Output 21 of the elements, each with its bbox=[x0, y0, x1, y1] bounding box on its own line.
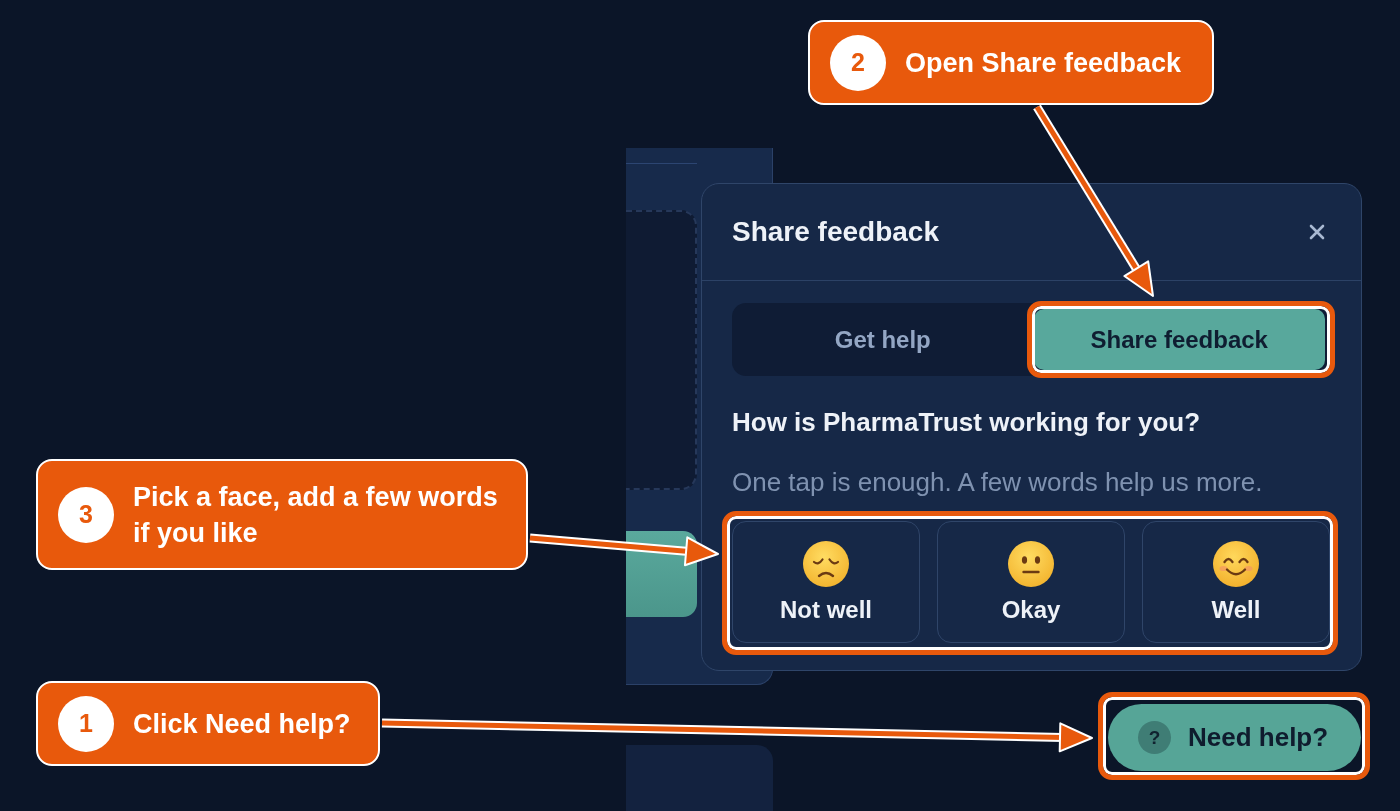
callout-text: Open Share feedback bbox=[905, 46, 1182, 80]
hint-text: One tap is enough. A few words help us more. bbox=[732, 467, 1264, 497]
tab[interactable]: Get help bbox=[737, 309, 1029, 370]
help-button[interactable]: ? Need help? bbox=[1108, 704, 1361, 771]
step-number: 3 bbox=[58, 486, 114, 543]
close-button[interactable] bbox=[1309, 224, 1325, 240]
question-text: How is PharmaTrust working for you? bbox=[732, 407, 1202, 437]
step-number: 1 bbox=[58, 695, 114, 752]
rating-option[interactable]: Not well bbox=[732, 521, 920, 643]
callout-text: Pick a face, add a few words if you like bbox=[133, 480, 499, 550]
rating-option[interactable]: Okay bbox=[937, 521, 1125, 643]
sad-face-icon bbox=[803, 540, 849, 587]
close-icon bbox=[1309, 224, 1325, 240]
dialog-title: Share feedback bbox=[732, 215, 939, 249]
step-number: 2 bbox=[830, 34, 886, 91]
question-badge: ? bbox=[1138, 721, 1171, 754]
tab[interactable]: Share feedback bbox=[1033, 309, 1325, 370]
rating-option[interactable]: Well bbox=[1142, 521, 1330, 643]
smiling-face-icon bbox=[1213, 540, 1259, 587]
neutral-face-icon bbox=[1008, 540, 1054, 587]
callout-text: Click Need help? bbox=[133, 707, 351, 741]
